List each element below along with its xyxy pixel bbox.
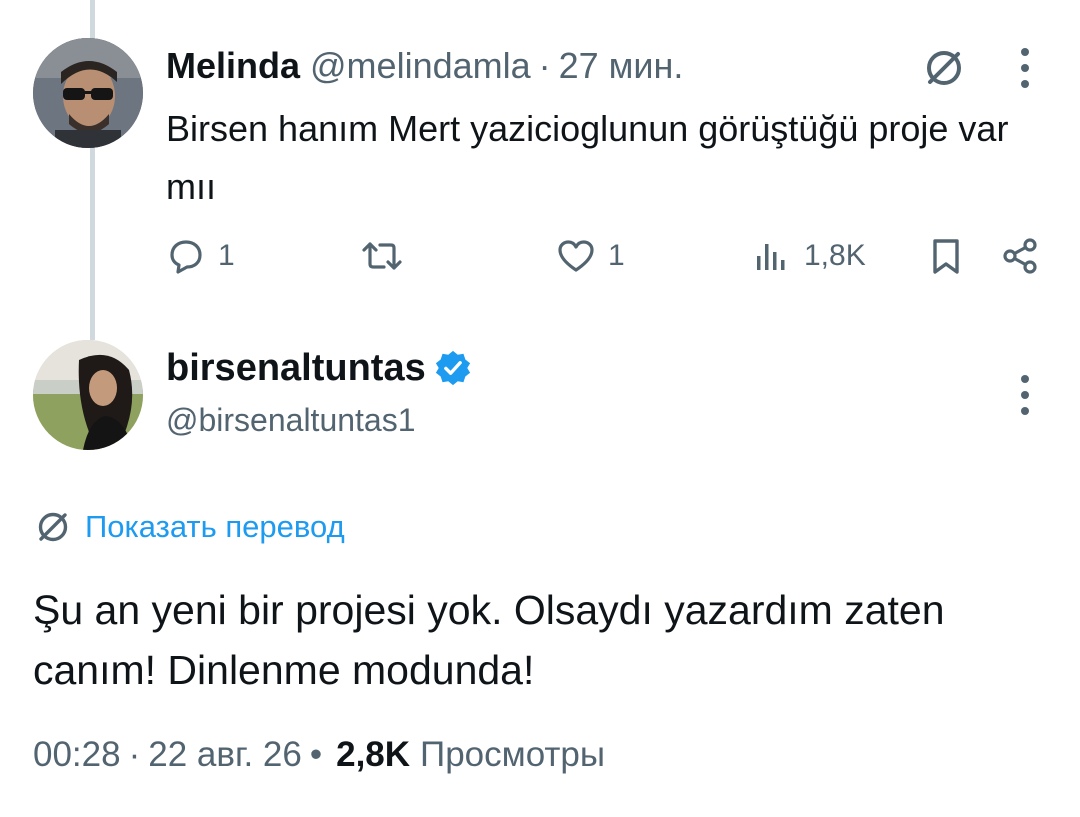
separator-dot: ·	[128, 735, 141, 774]
tweet-views-count[interactable]: 2,8K	[336, 735, 410, 775]
repost-icon	[362, 242, 402, 270]
reply-button[interactable]: 1	[166, 228, 235, 284]
tweet-date[interactable]: 22 авг. 26	[148, 735, 302, 775]
tweet-time[interactable]: 00:28	[33, 735, 121, 775]
reply-action-bar: 1 1 1,8K	[0, 228, 1080, 284]
tweet-views-label[interactable]: Просмотры	[420, 735, 605, 775]
more-vertical-icon[interactable]	[1018, 46, 1032, 90]
separator-dot: ·	[538, 45, 551, 86]
show-translation-label[interactable]: Показать перевод	[85, 509, 345, 545]
like-count: 1	[608, 239, 625, 272]
verified-badge-icon	[435, 350, 470, 386]
reply-timestamp[interactable]: 27 мин.	[559, 45, 684, 87]
reply-author-handle[interactable]: @melindamla	[310, 45, 531, 87]
reply-count: 1	[218, 239, 235, 272]
like-button[interactable]: 1	[556, 228, 625, 284]
reply-author-name[interactable]: Melinda	[166, 45, 300, 87]
views-button[interactable]: 1,8K	[752, 228, 866, 284]
tweet-meta: 00:28 · 22 авг. 26 • 2,8K Просмотры	[33, 727, 605, 783]
reply-icon	[170, 240, 202, 274]
views-count: 1,8K	[804, 239, 866, 272]
translate-icon[interactable]	[920, 44, 968, 92]
tweet-author-handle[interactable]: @birsenaltuntas1	[166, 402, 416, 439]
reply-header: Melinda @melindamla · 27 мин.	[166, 40, 683, 92]
share-icon	[1003, 238, 1037, 274]
separator-bullet: •	[309, 735, 323, 774]
bookmark-button[interactable]	[926, 228, 966, 284]
author-display-name[interactable]: birsenaltuntas	[166, 347, 426, 390]
more-vertical-icon[interactable]	[1018, 373, 1032, 417]
repost-button[interactable]	[358, 228, 418, 284]
tweet-text: Şu an yeni bir projesi yok. Olsaydı yaza…	[33, 587, 945, 693]
translate-icon	[38, 512, 68, 542]
show-translation-link[interactable]: Показать перевод	[33, 502, 345, 552]
bookmark-icon	[933, 239, 959, 274]
analytics-icon	[757, 244, 785, 270]
heart-icon	[558, 240, 594, 272]
share-button[interactable]	[1000, 228, 1040, 284]
avatar-melinda[interactable]	[33, 38, 143, 148]
tweet-author-name[interactable]: birsenaltuntas	[166, 340, 472, 396]
avatar-birsenaltuntas[interactable]	[33, 340, 143, 450]
reply-text: Birsen hanım Mert yazicioglunun görüştüğ…	[166, 108, 1009, 207]
